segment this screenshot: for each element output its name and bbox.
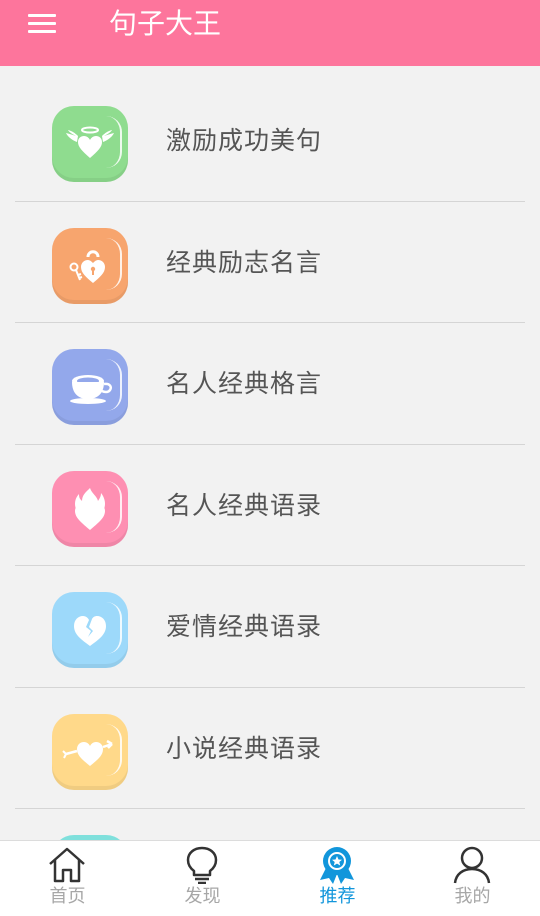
tab-mine[interactable]: 我的 [405,841,540,916]
flaming-heart-icon [52,470,128,547]
home-icon [49,847,85,883]
item-label: 经典励志名言 [166,247,323,277]
tab-home[interactable]: 首页 [0,841,135,916]
app-title: 句子大王 [109,7,222,40]
item-label: 小说经典语录 [166,733,323,763]
item-label: 爱情经典语录 [166,612,323,641]
menu-button[interactable] [22,10,62,38]
tab-recommend[interactable]: 推荐 [270,841,405,916]
menu-icon-line [28,22,56,25]
winged-heart-icon [52,106,128,182]
broken-heart-icon [52,592,128,668]
list-item[interactable]: 小说经典语录 [0,688,540,809]
bottom-tab-bar: 首页 发现 推荐 我的 [0,840,540,916]
list-item[interactable]: 经典励志名言 [0,202,540,323]
menu-icon-line [28,14,56,17]
teacup-icon [52,349,128,425]
list-item[interactable]: 名人经典语录 [0,445,540,566]
item-label: 名人经典语录 [166,490,323,520]
list-item[interactable] [0,809,540,840]
heart-lock-key-icon [52,227,128,304]
tab-label: 我的 [454,886,491,907]
tab-discover[interactable]: 发现 [135,841,270,916]
tab-label: 首页 [49,886,86,907]
item-label: 名人经典格言 [166,369,323,398]
list-item[interactable]: 激励成功美句 [0,80,540,202]
tab-label: 推荐 [319,886,356,907]
arrow-heart-icon [52,713,128,790]
tab-label: 发现 [184,886,221,907]
user-icon [453,846,491,884]
item-label: 激励成功美句 [166,126,323,155]
list-item[interactable]: 爱情经典语录 [0,566,540,688]
menu-icon-line [28,30,56,33]
top-app-bar: 句子大王 [0,0,540,66]
category-list: 激励成功美句 经典励志名言 名人经典格言 名人经典语录 爱情经典语录 小说经典语… [0,80,540,840]
lightbulb-icon [186,846,218,884]
list-item[interactable]: 名人经典格言 [0,323,540,445]
award-badge-icon [320,847,354,884]
